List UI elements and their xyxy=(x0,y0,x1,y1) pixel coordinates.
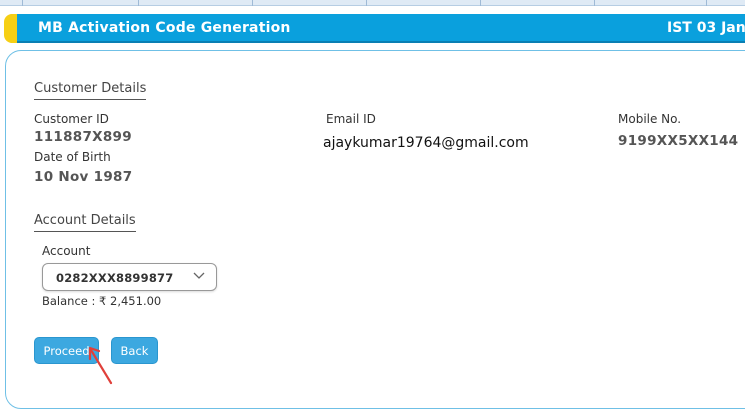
nav-divider xyxy=(480,0,481,6)
email-label: Email ID xyxy=(326,112,376,126)
email-value: ajaykumar19764@gmail.com xyxy=(323,135,529,151)
customer-id-value: 111887X899 xyxy=(34,129,132,145)
nav-divider xyxy=(252,0,253,6)
nav-divider xyxy=(22,0,23,6)
nav-divider xyxy=(138,0,139,6)
account-label: Account xyxy=(42,244,91,258)
nav-divider xyxy=(706,0,707,6)
nav-divider xyxy=(594,0,595,6)
page-title: MB Activation Code Generation xyxy=(38,20,291,36)
customer-details-heading: Customer Details xyxy=(34,81,147,100)
account-select[interactable]: 0282XXX8899877 xyxy=(42,263,217,291)
nav-divider xyxy=(366,0,367,6)
pointer-arrow-icon xyxy=(88,346,113,385)
customer-id-label: Customer ID xyxy=(34,112,109,126)
dob-label: Date of Birth xyxy=(34,150,111,164)
chevron-down-icon xyxy=(193,272,205,279)
account-select-value: 0282XXX8899877 xyxy=(56,271,174,285)
account-balance: Balance : ₹ 2,451.00 xyxy=(42,294,162,308)
header-date: IST 03 Jan xyxy=(667,20,745,36)
dob-value: 10 Nov 1987 xyxy=(34,169,133,185)
top-nav-strip xyxy=(0,0,745,6)
account-details-heading: Account Details xyxy=(34,213,136,232)
header-accent-flag xyxy=(4,14,17,43)
back-button[interactable]: Back xyxy=(111,337,158,364)
mobile-label: Mobile No. xyxy=(618,112,682,126)
page-header-bar: MB Activation Code Generation IST 03 Jan xyxy=(4,14,745,43)
mobile-value: 9199XX5XX144 xyxy=(618,133,739,149)
